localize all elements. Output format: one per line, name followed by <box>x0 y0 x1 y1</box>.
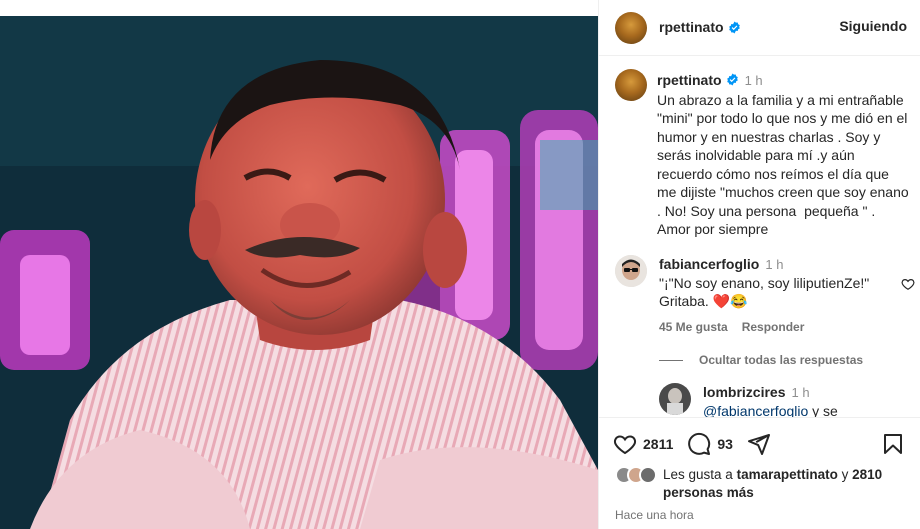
author-username[interactable]: rpettinato <box>659 19 724 35</box>
comments-section[interactable]: rpettinato 1 h Un abrazo a la familia y … <box>599 57 920 417</box>
heart-icon[interactable] <box>613 432 637 456</box>
commenter-avatar[interactable] <box>615 255 647 287</box>
likes-user-link[interactable]: tamarapettinato <box>737 467 838 482</box>
liker-avatar[interactable] <box>639 466 657 484</box>
post-header: rpettinato Siguiendo <box>599 0 920 56</box>
hide-replies-label: Ocultar todas las respuestas <box>699 353 864 367</box>
post-timestamp[interactable]: Hace una hora <box>615 508 694 522</box>
caption-body: rpettinato 1 h Un abrazo a la familia y … <box>657 69 909 239</box>
like-count[interactable]: 2811 <box>643 436 673 452</box>
comment-icon[interactable] <box>687 432 711 456</box>
comment-body: fabiancerfoglio 1 h "¡"No soy enano, soy … <box>659 255 895 336</box>
post-image[interactable] <box>0 0 598 529</box>
commenter-avatar-image <box>615 255 647 287</box>
reply-body: lombrizcires 1 h @fabiancerfoglio y se <box>703 383 903 417</box>
post-caption: rpettinato 1 h Un abrazo a la familia y … <box>615 69 915 239</box>
share-icon[interactable] <box>747 432 771 456</box>
author-avatar[interactable] <box>615 12 647 44</box>
hide-replies-toggle[interactable]: Ocultar todas las respuestas <box>659 353 863 367</box>
likes-summary: Les gusta a tamarapettinato y 2810 perso… <box>615 466 903 502</box>
reply-item: lombrizcires 1 h @fabiancerfoglio y se <box>659 383 909 417</box>
author-name-row: rpettinato <box>659 19 741 35</box>
post-details-panel: rpettinato Siguiendo rpettinato 1 h Un a… <box>598 0 920 529</box>
following-button[interactable]: Siguiendo <box>839 18 907 34</box>
verified-badge-icon <box>728 21 740 33</box>
instagram-post-view: rpettinato Siguiendo rpettinato 1 h Un a… <box>0 0 920 529</box>
reply-text: y se <box>812 403 838 417</box>
comment-item: fabiancerfoglio 1 h "¡"No soy enano, soy … <box>615 255 915 336</box>
likes-prefix: Les gusta a <box>663 467 733 482</box>
reply-mention-link[interactable]: @fabiancerfoglio <box>703 403 808 417</box>
replier-username[interactable]: lombrizcires <box>703 384 785 400</box>
commenter-username[interactable]: fabiancerfoglio <box>659 256 759 272</box>
post-actions: 2811 93 Les gusta a tamarapettinato y 28… <box>599 417 920 529</box>
comment-meta: 45 Me gusta Responder <box>659 318 895 336</box>
replier-avatar[interactable] <box>659 383 691 415</box>
likes-connector: y <box>841 467 849 482</box>
caption-author-username[interactable]: rpettinato <box>657 72 722 88</box>
comment-text: "¡"No soy enano, soy liliputienZe!" Grit… <box>659 275 870 309</box>
comment-count[interactable]: 93 <box>717 436 733 452</box>
comment-time: 1 h <box>765 257 784 272</box>
caption-author-avatar[interactable] <box>615 69 647 101</box>
caption-text: Un abrazo a la familia y a mi entrañable… <box>657 91 913 238</box>
likes-text: Les gusta a tamarapettinato y 2810 perso… <box>663 466 903 502</box>
caption-time: 1 h <box>744 73 763 88</box>
comment-likes-count[interactable]: 45 Me gusta <box>659 318 728 336</box>
replies-divider-line <box>659 359 683 361</box>
verified-badge-icon <box>726 73 738 86</box>
reply-time: 1 h <box>791 385 810 400</box>
replier-avatar-image <box>659 383 691 415</box>
action-buttons-row: 2811 93 <box>613 432 771 456</box>
comment-like-heart-icon[interactable] <box>901 277 915 291</box>
reply-button[interactable]: Responder <box>742 318 805 336</box>
liker-avatars <box>615 466 661 484</box>
post-photo-illustration <box>0 16 598 529</box>
save-icon[interactable] <box>881 432 905 456</box>
